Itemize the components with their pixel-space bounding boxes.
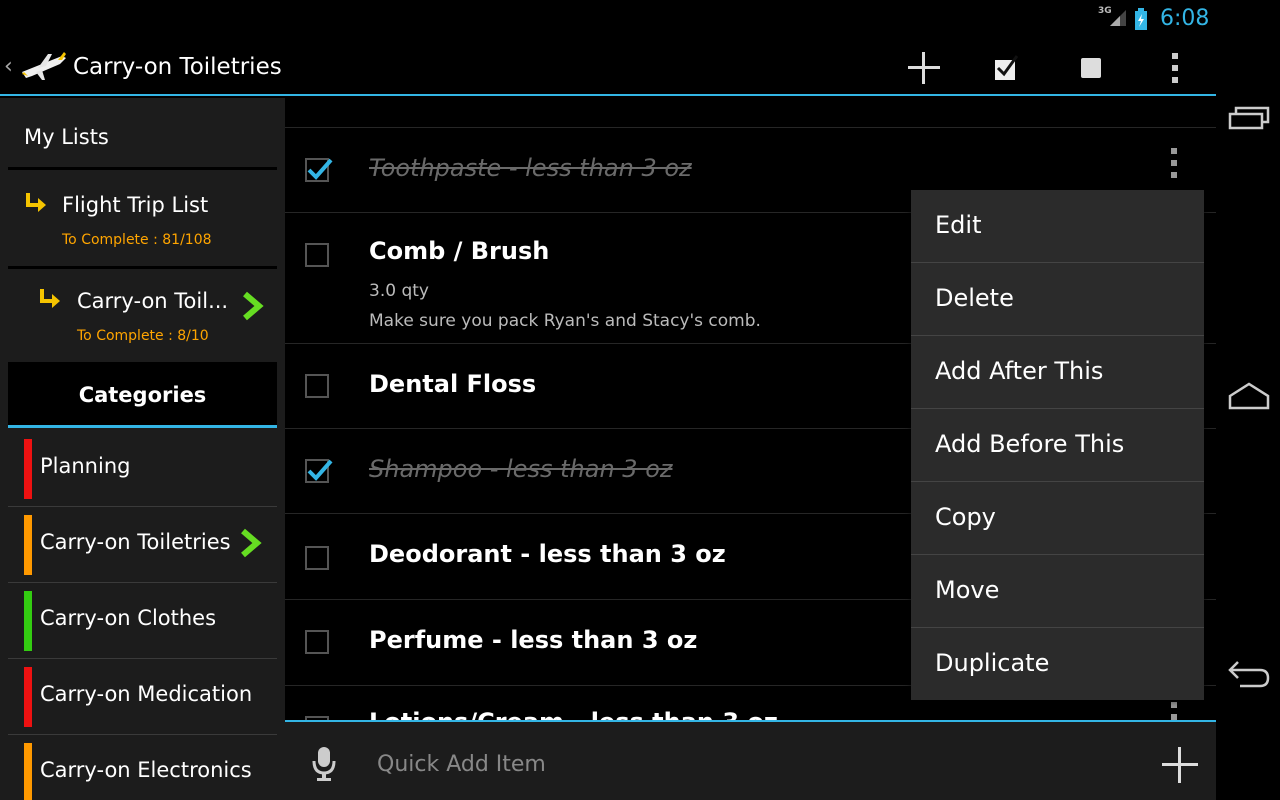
item-title: Lotions/Cream - less than 3 oz — [369, 708, 778, 720]
check-icon — [307, 158, 333, 180]
status-bar: 3G 6:08 — [0, 0, 1216, 38]
page-title: Carry-on Toiletries — [73, 54, 282, 80]
list-top-spacer — [285, 98, 1216, 128]
sidebar-list-flight-trip[interactable]: Flight Trip List To Complete : 81/108 — [8, 173, 277, 269]
sidebar: My Lists Flight Trip List To Complete : … — [0, 98, 285, 800]
plus-icon — [1162, 747, 1198, 783]
category-carry-on-toiletries[interactable]: Carry-on Toiletries — [8, 507, 277, 583]
menu-item-add-before[interactable]: Add Before This — [911, 409, 1204, 482]
category-color-bar — [24, 667, 32, 727]
menu-item-edit[interactable]: Edit — [911, 190, 1204, 263]
more-vert-icon — [1171, 702, 1177, 720]
airplane-logo-icon[interactable] — [18, 50, 68, 86]
category-color-bar — [24, 743, 32, 800]
item-title: Shampoo - less than 3 oz — [369, 455, 673, 483]
recent-apps-button[interactable] — [1226, 100, 1272, 140]
category-carry-on-medication[interactable]: Carry-on Medication — [8, 659, 277, 735]
context-menu: Edit Delete Add After This Add Before Th… — [911, 190, 1204, 700]
category-carry-on-electronics[interactable]: Carry-on Electronics — [8, 735, 277, 800]
item-title: Perfume - less than 3 oz — [369, 626, 698, 654]
quick-add-button[interactable] — [1161, 746, 1199, 788]
recent-apps-icon — [1228, 106, 1270, 130]
sidebar-list-carry-on-toiletries[interactable]: Carry-on Toil... To Complete : 8/10 — [8, 269, 277, 365]
menu-item-label: Duplicate — [935, 649, 1050, 677]
category-name: Planning — [40, 454, 131, 478]
item-checkbox[interactable] — [305, 243, 329, 267]
uncheck-all-button[interactable] — [1067, 48, 1115, 88]
chevron-right-icon — [240, 528, 262, 562]
menu-item-copy[interactable]: Copy — [911, 482, 1204, 555]
overflow-menu-button[interactable] — [1151, 48, 1199, 88]
quick-add-input[interactable] — [377, 744, 1137, 784]
categories-header: Categories — [8, 362, 277, 428]
category-name: Carry-on Electronics — [40, 758, 252, 782]
category-name: Carry-on Medication — [40, 682, 253, 706]
system-nav-bar — [1216, 0, 1280, 800]
add-item-button[interactable] — [900, 48, 948, 88]
item-checkbox[interactable] — [305, 374, 329, 398]
my-lists-label: My Lists — [24, 125, 109, 149]
menu-item-label: Move — [935, 576, 1000, 604]
menu-item-label: Copy — [935, 503, 996, 531]
item-quantity: 3.0 qty — [369, 281, 429, 301]
menu-item-duplicate[interactable]: Duplicate — [911, 628, 1204, 701]
item-title: Comb / Brush — [369, 237, 550, 265]
list-name: Flight Trip List — [62, 193, 209, 217]
home-icon — [1228, 382, 1270, 410]
back-button[interactable] — [1226, 656, 1272, 696]
menu-item-label: Add Before This — [935, 430, 1125, 458]
item-note: Make sure you pack Ryan's and Stacy's co… — [369, 311, 761, 331]
menu-item-delete[interactable]: Delete — [911, 263, 1204, 336]
menu-item-label: Add After This — [935, 357, 1104, 385]
item-checkbox[interactable] — [305, 459, 333, 483]
item-checkbox[interactable] — [305, 546, 329, 570]
item-checkbox[interactable] — [305, 630, 329, 654]
category-color-bar — [24, 439, 32, 499]
list-progress: To Complete : 8/10 — [77, 328, 209, 344]
item-title: Toothpaste - less than 3 oz — [369, 154, 692, 182]
list-name: Carry-on Toil... — [77, 289, 229, 313]
item-checkbox[interactable] — [305, 158, 333, 182]
microphone-icon[interactable] — [311, 746, 337, 786]
action-bar: ‹ Carry-on Toiletries — [0, 38, 1216, 96]
category-name: Carry-on Clothes — [40, 606, 217, 630]
up-caret-icon[interactable]: ‹ — [4, 54, 13, 79]
categories-label: Categories — [78, 383, 207, 407]
checkbox-empty-icon — [1081, 58, 1101, 78]
sub-arrow-icon — [24, 193, 48, 217]
menu-item-label: Delete — [935, 284, 1014, 312]
sub-arrow-icon — [38, 289, 62, 313]
category-carry-on-clothes[interactable]: Carry-on Clothes — [8, 583, 277, 659]
item-overflow-button[interactable] — [1169, 146, 1179, 184]
category-color-bar — [24, 515, 32, 575]
clock: 6:08 — [1160, 6, 1210, 31]
quick-add-bar — [285, 720, 1216, 800]
list-progress: To Complete : 81/108 — [62, 232, 212, 248]
item-title: Dental Floss — [369, 370, 537, 398]
menu-item-move[interactable]: Move — [911, 555, 1204, 628]
item-title: Deodorant - less than 3 oz — [369, 540, 726, 568]
chevron-right-icon — [242, 291, 264, 325]
home-button[interactable] — [1226, 378, 1272, 418]
signal-icon — [1108, 8, 1128, 32]
back-icon — [1228, 661, 1270, 688]
more-vert-icon — [1171, 148, 1177, 178]
category-name: Carry-on Toiletries — [40, 530, 231, 554]
check-all-button[interactable] — [983, 48, 1031, 88]
category-color-bar — [24, 591, 32, 651]
check-icon — [307, 459, 333, 481]
plus-icon — [908, 52, 940, 84]
menu-item-label: Edit — [935, 211, 982, 239]
more-vert-icon — [1172, 53, 1178, 83]
menu-item-add-after[interactable]: Add After This — [911, 336, 1204, 409]
item-overflow-button[interactable] — [1169, 700, 1179, 720]
category-planning[interactable]: Planning — [8, 431, 277, 507]
checkbox-checked-icon — [995, 55, 1019, 80]
my-lists-header[interactable]: My Lists — [8, 98, 277, 170]
battery-icon — [1134, 8, 1148, 34]
